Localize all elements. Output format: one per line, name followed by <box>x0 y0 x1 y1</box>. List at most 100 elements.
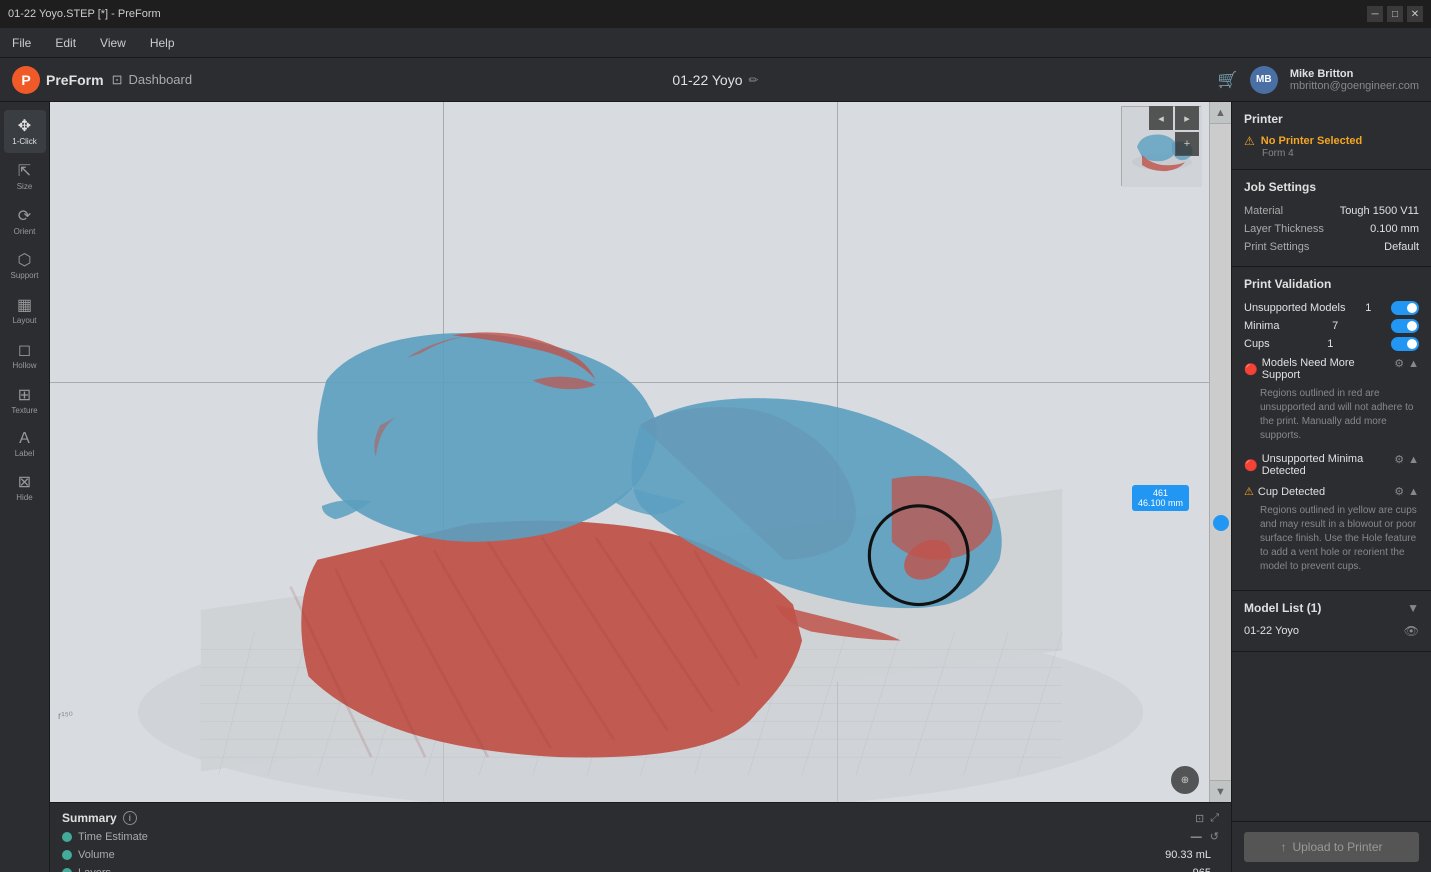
texture-label: Texture <box>11 407 37 416</box>
tool-size[interactable]: ⇱ Size <box>4 155 46 198</box>
model-list-header: Model List (1) ▼ <box>1244 601 1419 615</box>
model-eye-1[interactable]: 👁 <box>1404 624 1419 638</box>
tool-layout[interactable]: ▦ Layout <box>4 289 46 332</box>
toolbar-right: 🛒 MB Mike Britton mbritton@goengineer.co… <box>1218 66 1419 94</box>
model-name-1: 01-22 Yoyo <box>1244 625 1299 637</box>
summary-bar: Summary i ⊡ ⤢ Time Estimate — ↺ Volume 9… <box>50 802 1231 872</box>
alert-1-settings[interactable]: ⚙ <box>1394 357 1404 370</box>
alert-3-text: Cup Detected <box>1258 486 1325 498</box>
cart-icon[interactable]: 🛒 <box>1218 70 1238 90</box>
time-refresh-button[interactable]: ↺ <box>1210 830 1219 843</box>
menu-view[interactable]: View <box>96 34 130 52</box>
summary-info-icon[interactable]: i <box>123 811 137 825</box>
unsupported-toggle[interactable] <box>1391 301 1419 315</box>
summary-title: Summary <box>62 811 117 825</box>
unsupported-count: 1 <box>1365 302 1371 314</box>
summary-row-layers: Layers 965 <box>62 866 1219 872</box>
model-list-title: Model List (1) <box>1244 601 1321 615</box>
close-button[interactable]: ✕ <box>1407 6 1423 22</box>
printer-no-printer[interactable]: No Printer Selected <box>1261 135 1362 147</box>
alert-3-desc: Regions outlined in yellow are cups and … <box>1244 502 1419 580</box>
alert-2-actions: ⚙ ▲ <box>1394 453 1419 466</box>
preform-logo-icon: P <box>12 66 40 94</box>
time-dot <box>62 832 72 842</box>
hide-icon: ⊠ <box>18 472 31 492</box>
user-email: mbritton@goengineer.com <box>1290 80 1419 92</box>
upload-to-printer-button[interactable]: ↑ Upload to Printer <box>1244 832 1419 862</box>
volume-val: 90.33 mL <box>1165 849 1211 861</box>
alert-3-settings[interactable]: ⚙ <box>1394 485 1404 498</box>
dashboard-label: Dashboard <box>128 72 192 87</box>
alert-2-left: 🔴 Unsupported Minima Detected <box>1244 453 1390 477</box>
tool-support[interactable]: ⬡ Support <box>4 244 46 287</box>
summary-header: Summary i ⊡ ⤢ <box>62 811 1219 825</box>
toolbar-center: 01-22 Yoyo ✏ <box>672 72 758 88</box>
alert-2-settings[interactable]: ⚙ <box>1394 453 1404 466</box>
alert-1-icon: 🔴 <box>1244 363 1258 376</box>
layer-slider-thumb[interactable] <box>1213 515 1229 531</box>
viewport-btn-right[interactable]: ▸ <box>1175 106 1199 130</box>
1click-label: 1-Click <box>12 138 36 147</box>
slider-arrow-up[interactable]: ▲ <box>1210 102 1232 124</box>
minimize-button[interactable]: ─ <box>1367 6 1383 22</box>
viewport-controls: ◂ ▸ + <box>1149 106 1199 156</box>
tool-texture[interactable]: ⊞ Texture <box>4 379 46 422</box>
layer-mm: 46.100 mm <box>1138 498 1183 508</box>
viewport-btn-left[interactable]: ◂ <box>1149 106 1173 130</box>
material-key: Material <box>1244 205 1283 217</box>
viewport-btn-top[interactable]: + <box>1175 132 1199 156</box>
menu-file[interactable]: File <box>8 34 35 52</box>
layer-slider-container[interactable]: ▲ 461 46.100 mm ▼ <box>1209 102 1231 802</box>
dashboard-icon: ⊡ <box>112 72 123 88</box>
3d-viewport[interactable]: ▲ 461 46.100 mm ▼ ◂ ▸ + <box>50 102 1231 802</box>
alert-3-info[interactable]: ▲ <box>1408 485 1419 498</box>
compass-icon[interactable]: ⊕ <box>1171 766 1199 794</box>
tool-hollow[interactable]: ◻ Hollow <box>4 334 46 377</box>
preform-logo-button[interactable]: P PreForm <box>12 66 104 94</box>
material-val[interactable]: Tough 1500 V11 <box>1340 205 1419 217</box>
tool-label[interactable]: A Label <box>4 424 46 465</box>
tool-orient[interactable]: ⟳ Orient <box>4 200 46 243</box>
slider-body[interactable]: 461 46.100 mm <box>1210 124 1231 780</box>
label-label: Label <box>15 450 35 459</box>
title-bar-title: 01-22 Yoyo.STEP [*] - PreForm <box>8 8 161 20</box>
minima-toggle[interactable] <box>1391 319 1419 333</box>
support-label: Support <box>10 272 38 281</box>
title-bar-controls[interactable]: ─ □ ✕ <box>1367 6 1423 22</box>
layers-key: Layers <box>78 867 1193 872</box>
layer-thickness-val[interactable]: 0.100 mm <box>1370 223 1419 235</box>
toolbar-left: P PreForm ⊡ Dashboard <box>12 66 192 94</box>
model-list-expand[interactable]: ▼ <box>1407 601 1419 615</box>
menu-edit[interactable]: Edit <box>51 34 80 52</box>
alert-2-info[interactable]: ▲ <box>1408 453 1419 466</box>
user-name: Mike Britton <box>1290 68 1419 80</box>
dashboard-button[interactable]: ⊡ Dashboard <box>112 72 193 88</box>
slider-arrow-down[interactable]: ▼ <box>1210 780 1232 802</box>
summary-expand-button[interactable]: ⤢ <box>1210 812 1219 825</box>
tool-hide[interactable]: ⊠ Hide <box>4 466 46 509</box>
cups-toggle[interactable] <box>1391 337 1419 351</box>
material-row: Material Tough 1500 V11 <box>1244 202 1419 220</box>
printer-warn-icon: ⚠ <box>1244 134 1255 148</box>
job-settings-title: Job Settings <box>1244 180 1419 194</box>
layer-indicator: 461 46.100 mm <box>1132 485 1189 511</box>
printer-title: Printer <box>1244 112 1419 126</box>
summary-resize-button[interactable]: ⊡ <box>1195 812 1204 825</box>
printer-warning: ⚠ No Printer Selected <box>1244 134 1419 148</box>
model-3d-svg <box>50 102 1231 802</box>
tool-1click[interactable]: ✥ 1-Click <box>4 110 46 153</box>
alert-3-left: ⚠ Cup Detected <box>1244 485 1390 498</box>
print-settings-val[interactable]: Default <box>1384 241 1419 253</box>
job-settings-section: Job Settings Material Tough 1500 V11 Lay… <box>1232 170 1431 267</box>
edit-title-icon[interactable]: ✏ <box>749 73 759 87</box>
menu-help[interactable]: Help <box>146 34 179 52</box>
layer-number: 461 <box>1138 488 1183 498</box>
alert-1-info[interactable]: ▲ <box>1408 357 1419 370</box>
maximize-button[interactable]: □ <box>1387 6 1403 22</box>
print-button-area: ↑ Upload to Printer <box>1232 821 1431 872</box>
size-label: Size <box>17 183 33 192</box>
hollow-icon: ◻ <box>18 340 31 360</box>
unsupported-key: Unsupported Models <box>1244 302 1346 314</box>
title-bar: 01-22 Yoyo.STEP [*] - PreForm ─ □ ✕ <box>0 0 1431 28</box>
label-icon: A <box>19 430 30 448</box>
